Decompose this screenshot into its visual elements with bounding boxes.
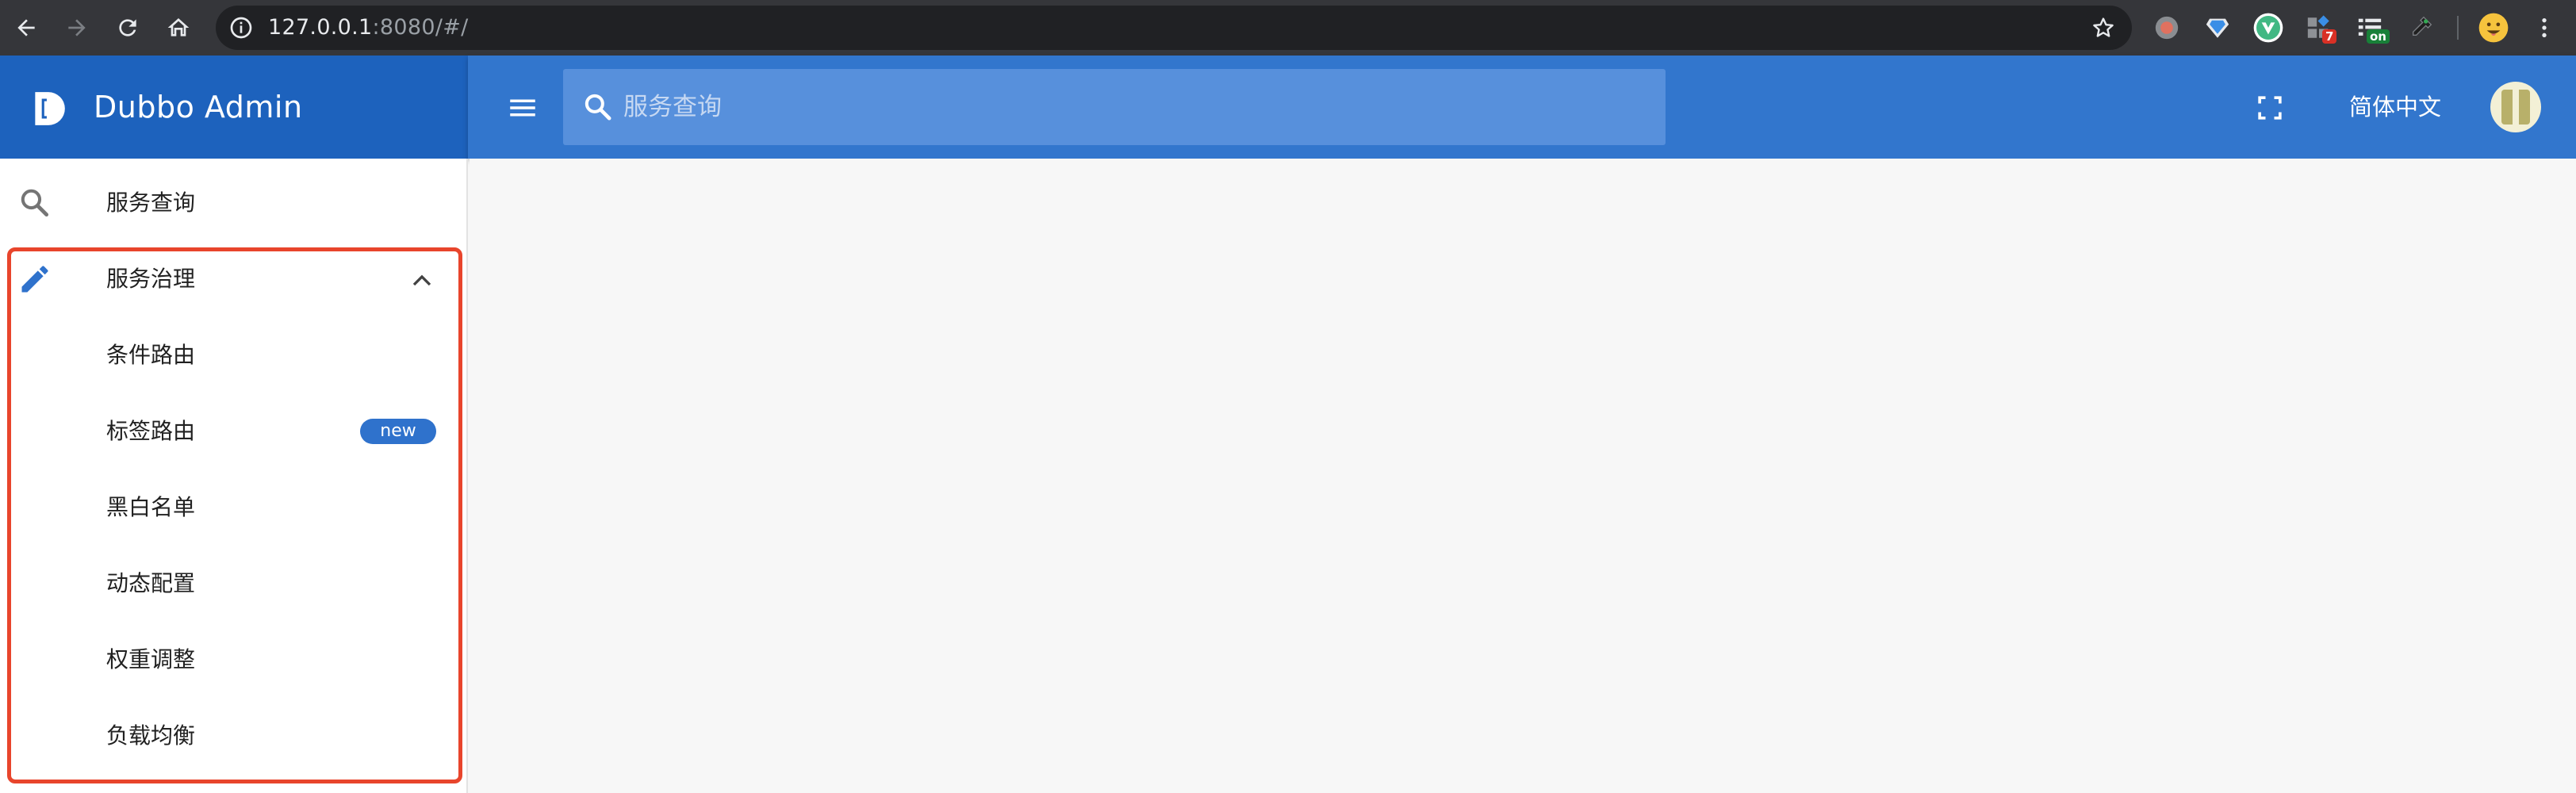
reload-button[interactable] xyxy=(108,8,148,48)
reload-icon xyxy=(119,19,136,36)
avatar-glyph xyxy=(2501,90,2530,125)
menu-dots-icon xyxy=(2542,18,2547,37)
sidebar-subitem-weight-adjust[interactable]: 权重调整 xyxy=(0,622,468,698)
home-button[interactable] xyxy=(159,8,198,48)
sidebar-subitem-label: 条件路由 xyxy=(106,342,196,368)
search-icon xyxy=(585,94,611,121)
sidebar-subitem-tag-route[interactable]: 标签路由 new xyxy=(0,393,468,469)
sidebar-subitem-label: 权重调整 xyxy=(106,646,196,672)
sidebar-subitem-label: 动态配置 xyxy=(106,570,196,596)
record-icon xyxy=(2155,16,2179,40)
extension-record-button[interactable] xyxy=(2149,10,2184,45)
url-text[interactable]: 127.0.0.1:8080/#/ xyxy=(268,6,469,50)
extension-list-button[interactable]: on xyxy=(2352,10,2390,45)
extension-badge-count: 7 xyxy=(2322,29,2337,44)
forward-icon xyxy=(68,19,86,36)
extension-dropper-button[interactable] xyxy=(2403,10,2438,45)
vue-devtools-icon xyxy=(2253,13,2283,43)
menu-toggle-icon[interactable] xyxy=(506,91,539,125)
pencil-icon xyxy=(21,266,48,293)
eyedropper-icon xyxy=(2413,16,2432,36)
chevron-up-icon xyxy=(412,274,431,286)
search-icon xyxy=(21,189,49,217)
app-toolbar: 简体中文 xyxy=(468,56,2576,159)
sidebar-item-label: 服务治理 xyxy=(106,266,196,292)
back-button[interactable] xyxy=(6,8,46,48)
sidebar-item-service-governance[interactable]: 服务治理 xyxy=(0,241,468,317)
app-title: Dubbo Admin xyxy=(94,90,303,125)
info-icon[interactable] xyxy=(228,15,254,40)
url-path: :8080/#/ xyxy=(372,15,469,40)
extension-badge-on: on xyxy=(2367,29,2390,44)
sidebar-subitem-condition-route[interactable]: 条件路由 xyxy=(0,317,468,393)
main-content xyxy=(470,159,2576,793)
profile-button[interactable] xyxy=(2476,10,2511,45)
gem-icon xyxy=(2206,18,2229,38)
sidebar-subitem-label: 标签路由 xyxy=(106,418,196,444)
sidebar-item-service-search[interactable]: 服务查询 xyxy=(0,165,468,241)
fullscreen-icon[interactable] xyxy=(2252,90,2287,125)
sidebar-subitem-label: 负载均衡 xyxy=(106,722,196,749)
back-icon xyxy=(17,19,35,36)
toolbar-divider xyxy=(2457,16,2459,40)
browser-chrome: 127.0.0.1:8080/#/ 7 on xyxy=(0,0,2576,56)
brand-header: Dubbo Admin xyxy=(0,56,468,159)
user-avatar[interactable] xyxy=(2490,82,2541,132)
browser-menu-button[interactable] xyxy=(2527,10,2562,45)
star-icon[interactable] xyxy=(2091,15,2116,40)
extension-gem-button[interactable] xyxy=(2200,10,2235,45)
language-switch[interactable]: 简体中文 xyxy=(2332,79,2459,135)
profile-emoji-icon xyxy=(2478,13,2509,43)
search-input[interactable] xyxy=(623,69,1646,145)
new-badge: new xyxy=(360,419,436,444)
forward-button[interactable] xyxy=(57,8,97,48)
extension-vue-button[interactable] xyxy=(2251,10,2286,45)
dubbo-logo-icon xyxy=(35,92,65,125)
sidebar-subitem-dynamic-config[interactable]: 动态配置 xyxy=(0,546,468,622)
sidebar-subitem-access-control[interactable]: 黑白名单 xyxy=(0,469,468,546)
sidebar-item-label: 服务查询 xyxy=(106,190,196,216)
sidebar: 服务查询 服务治理 条件路由 标签路由 new 黑白名单 动态配置 权重调整 负… xyxy=(0,159,468,793)
address-bar[interactable]: 127.0.0.1:8080/#/ xyxy=(216,6,2132,50)
extension-grid-button[interactable]: 7 xyxy=(2302,10,2337,45)
global-search[interactable] xyxy=(563,69,1666,145)
sidebar-subitem-load-balance[interactable]: 负载均衡 xyxy=(0,698,468,774)
sidebar-subitem-label: 黑白名单 xyxy=(106,494,196,520)
home-icon xyxy=(167,18,190,36)
url-host: 127.0.0.1 xyxy=(268,15,373,40)
